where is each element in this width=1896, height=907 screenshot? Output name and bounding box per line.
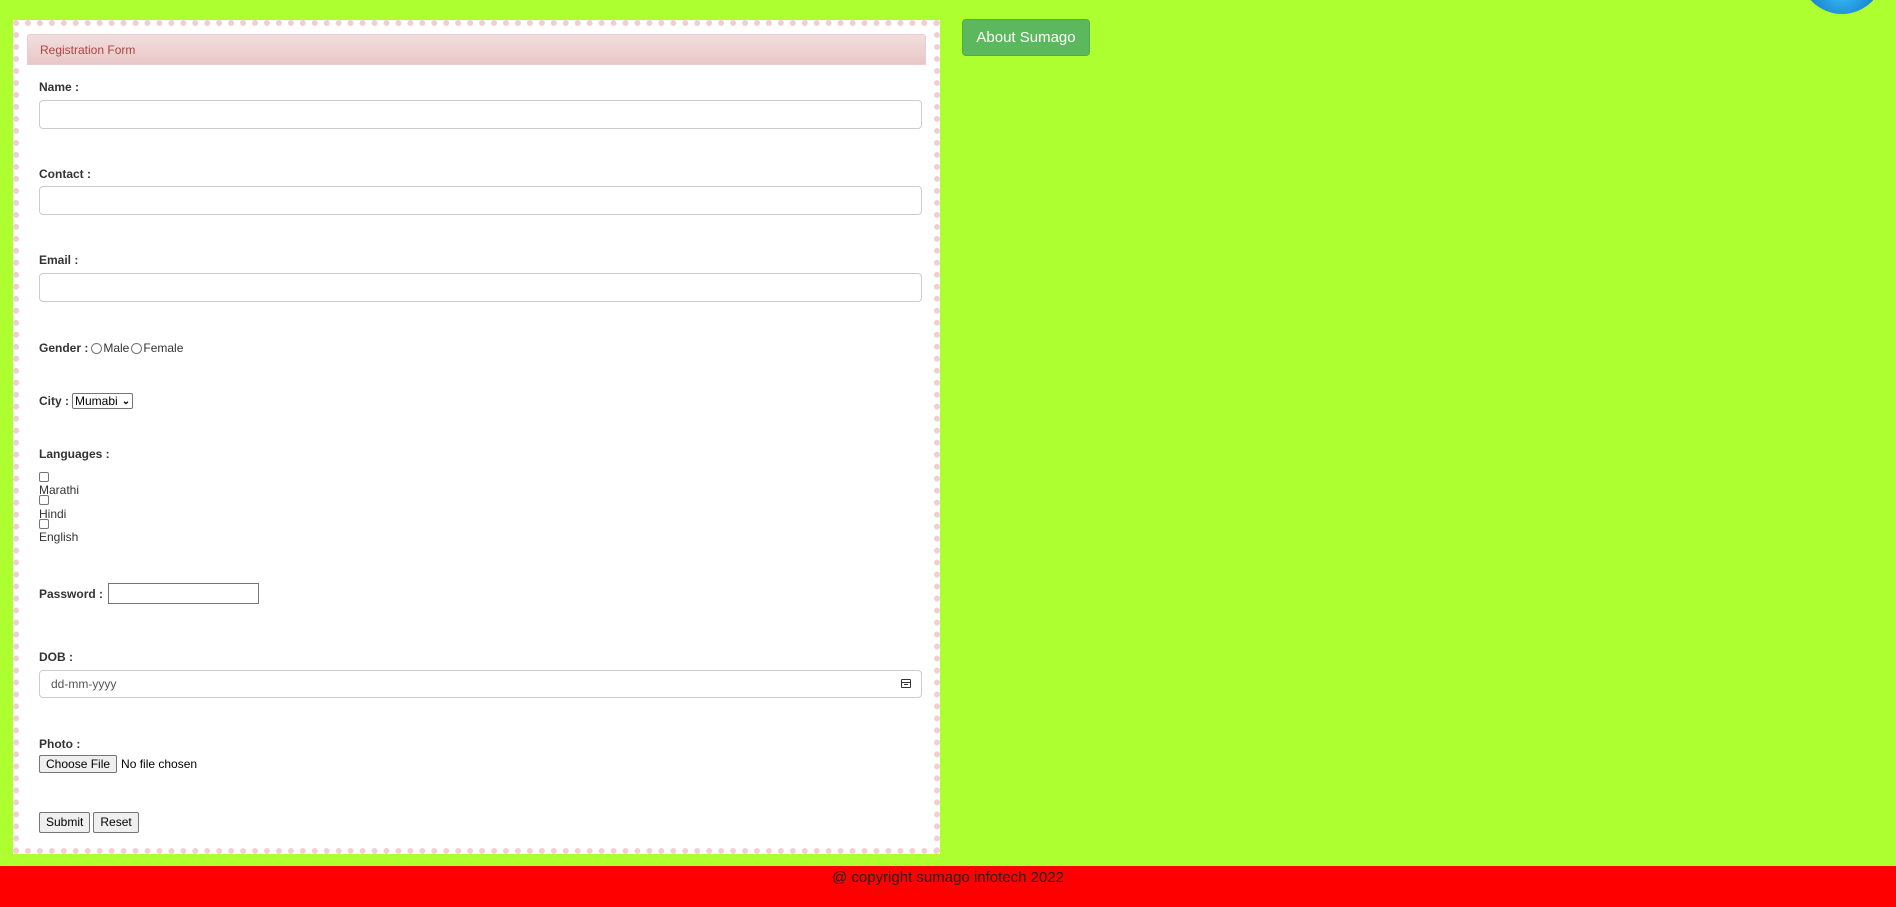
language-hindi-checkbox[interactable] (39, 495, 49, 505)
language-english-label: English (39, 530, 79, 544)
password-row: Password : (39, 583, 260, 604)
file-status: No file chosen (121, 757, 198, 771)
language-english-checkbox[interactable] (39, 519, 49, 529)
registration-form-panel: Registration Form Name : Contact : Email… (13, 20, 940, 854)
contact-label: Contact : (39, 167, 91, 181)
form-actions: Submit Reset (39, 812, 139, 833)
city-row: City : Mumabi ⌄ (39, 393, 134, 409)
name-input[interactable] (39, 100, 922, 129)
gender-female-radio[interactable] (131, 342, 143, 354)
about-sumago-button[interactable]: About Sumago (962, 19, 1090, 56)
calendar-icon[interactable] (901, 679, 911, 688)
photo-file-input: Choose File No file chosen (39, 755, 197, 773)
choose-file-button[interactable]: Choose File (39, 755, 118, 773)
footer: @ copyright sumago infotech 2022 (0, 866, 1896, 907)
globe-logo (1800, 0, 1884, 14)
footer-copyright: @ copyright sumago infotech 2022 (831, 869, 1065, 886)
dob-placeholder: dd-mm-yyyy (51, 677, 117, 691)
gender-male-label: Male (103, 341, 130, 355)
city-select[interactable]: Mumabi ⌄ (72, 393, 134, 409)
email-input[interactable] (39, 273, 922, 302)
gender-female-label: Female (143, 341, 184, 355)
gender-row: Gender : Male Female (39, 341, 183, 355)
gender-male-radio[interactable] (91, 342, 103, 354)
email-label: Email : (39, 253, 79, 267)
panel-heading: Registration Form (27, 34, 926, 65)
contact-input[interactable] (39, 186, 922, 215)
name-label: Name : (39, 80, 80, 94)
password-label: Password : (39, 586, 104, 601)
language-marathi-checkbox[interactable] (39, 472, 49, 482)
gender-label: Gender : (39, 341, 89, 355)
photo-label: Photo : (39, 737, 81, 751)
city-select-value: Mumabi (75, 394, 118, 408)
chevron-down-icon: ⌄ (121, 395, 131, 407)
submit-button[interactable]: Submit (39, 812, 91, 833)
dob-label: DOB : (39, 650, 73, 664)
languages-label: Languages : (39, 447, 110, 461)
city-label: City : (39, 394, 69, 408)
dob-input[interactable]: dd-mm-yyyy (39, 670, 922, 698)
reset-button[interactable]: Reset (93, 812, 139, 833)
password-input[interactable] (108, 583, 260, 604)
